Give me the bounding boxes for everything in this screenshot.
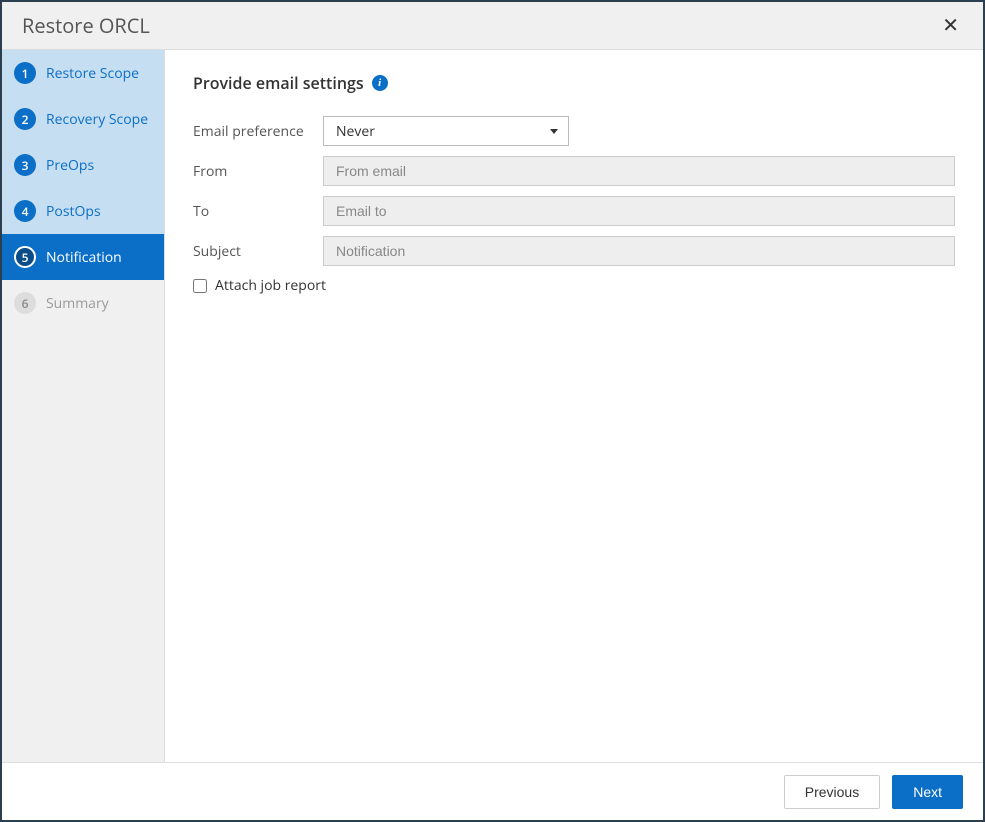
subject-input[interactable] (323, 236, 955, 266)
restore-modal: Restore ORCL ✕ 1 Restore Scope 2 Recover… (0, 0, 985, 822)
step-label: Restore Scope (46, 64, 139, 83)
from-input[interactable] (323, 156, 955, 186)
wizard-content: Provide email settings i Email preferenc… (165, 50, 983, 762)
email-preference-value: Never (336, 122, 375, 141)
step-label: PostOps (46, 202, 101, 221)
modal-title: Restore ORCL (22, 12, 150, 39)
step-recovery-scope[interactable]: 2 Recovery Scope (2, 96, 164, 142)
page-title-text: Provide email settings (193, 72, 364, 94)
step-notification[interactable]: 5 Notification (2, 234, 164, 280)
step-restore-scope[interactable]: 1 Restore Scope (2, 50, 164, 96)
from-row: From (193, 156, 955, 186)
step-preops[interactable]: 3 PreOps (2, 142, 164, 188)
to-label: To (193, 202, 323, 221)
email-preference-row: Email preference Never (193, 116, 955, 146)
info-icon[interactable]: i (372, 75, 388, 91)
attach-report-row: Attach job report (193, 276, 955, 295)
step-label: PreOps (46, 156, 94, 175)
next-button[interactable]: Next (892, 775, 963, 809)
chevron-down-icon (550, 129, 558, 134)
step-number: 2 (14, 108, 36, 130)
to-row: To (193, 196, 955, 226)
close-icon: ✕ (942, 15, 959, 37)
step-number: 6 (14, 292, 36, 314)
close-button[interactable]: ✕ (934, 9, 967, 42)
step-number: 1 (14, 62, 36, 84)
subject-label: Subject (193, 242, 323, 261)
subject-row: Subject (193, 236, 955, 266)
step-label: Notification (46, 248, 122, 267)
step-postops[interactable]: 4 PostOps (2, 188, 164, 234)
to-input[interactable] (323, 196, 955, 226)
step-label: Summary (46, 294, 109, 313)
step-number: 5 (14, 246, 36, 268)
previous-button[interactable]: Previous (784, 775, 880, 809)
modal-header: Restore ORCL ✕ (2, 2, 983, 50)
from-label: From (193, 162, 323, 181)
modal-body: 1 Restore Scope 2 Recovery Scope 3 PreOp… (2, 50, 983, 762)
step-number: 3 (14, 154, 36, 176)
modal-footer: Previous Next (2, 762, 983, 820)
step-summary[interactable]: 6 Summary (2, 280, 164, 326)
attach-report-checkbox[interactable] (193, 279, 207, 293)
email-preference-select[interactable]: Never (323, 116, 569, 146)
step-label: Recovery Scope (46, 110, 148, 129)
wizard-sidebar: 1 Restore Scope 2 Recovery Scope 3 PreOp… (2, 50, 165, 762)
page-title: Provide email settings i (193, 72, 955, 94)
email-preference-label: Email preference (193, 122, 323, 141)
attach-report-label: Attach job report (215, 276, 326, 295)
step-number: 4 (14, 200, 36, 222)
